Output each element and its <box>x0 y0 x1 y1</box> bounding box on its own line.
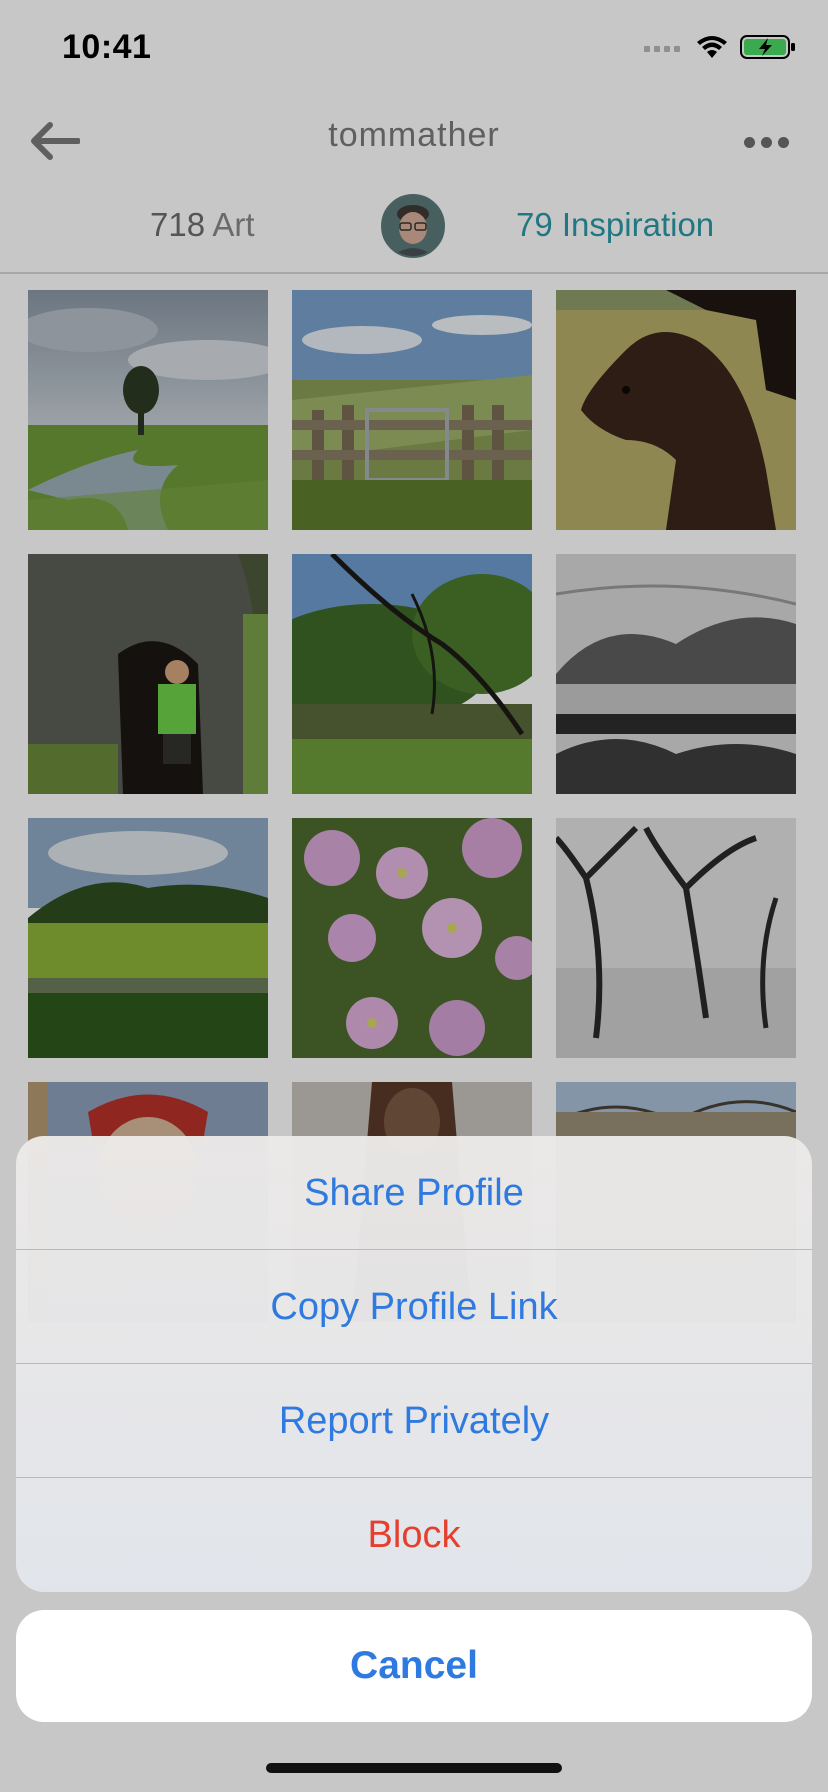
nav-bar: tommather <box>0 96 828 186</box>
art-count: 718 <box>150 206 206 243</box>
home-indicator[interactable] <box>266 1763 562 1773</box>
photo-tile-hollow-tree[interactable] <box>28 554 268 794</box>
copy-profile-link-button[interactable]: Copy Profile Link <box>16 1250 812 1364</box>
profile-screen: 10:41 tommather 718 Art 79 Inspiration S… <box>0 0 828 1792</box>
avatar-portrait <box>383 196 443 256</box>
art-tab[interactable]: 718 Art <box>150 206 255 244</box>
art-label: Art <box>212 206 255 243</box>
ellipsis-dot <box>760 136 772 148</box>
inspiration-count: 79 <box>516 206 553 243</box>
photo-tile-dike-gate[interactable] <box>292 290 532 530</box>
status-icons <box>644 34 796 60</box>
avatar[interactable] <box>381 194 445 258</box>
cancel-button[interactable]: Cancel <box>16 1610 812 1722</box>
inspiration-tab[interactable]: 79 Inspiration <box>516 206 714 244</box>
ellipsis-dot <box>743 136 755 148</box>
status-time: 10:41 <box>62 28 152 66</box>
photo-tile-marsh[interactable] <box>28 818 268 1058</box>
photo-tile-pencil-trees[interactable] <box>556 818 796 1058</box>
more-ellipsis-icon <box>743 136 789 148</box>
battery-charging-icon <box>740 35 795 59</box>
inspiration-label: Inspiration <box>561 206 715 243</box>
photo-tile-pink-flowers[interactable] <box>292 818 532 1058</box>
profile-stats: 718 Art 79 Inspiration <box>0 186 828 274</box>
wifi-icon <box>697 36 727 58</box>
block-button[interactable]: Block <box>16 1478 812 1592</box>
report-privately-button[interactable]: Report Privately <box>16 1364 812 1478</box>
profile-username: tommather <box>328 116 500 154</box>
cellular-signal-icon <box>644 46 680 52</box>
ellipsis-dot <box>777 136 789 148</box>
photo-tile-horses[interactable] <box>556 290 796 530</box>
photo-tile-landscape-tree[interactable] <box>28 290 268 530</box>
more-options-button[interactable] <box>736 122 796 162</box>
photo-tile-pencil-landscape[interactable] <box>556 554 796 794</box>
photo-tile-river-branches[interactable] <box>292 554 532 794</box>
share-profile-button[interactable]: Share Profile <box>16 1136 812 1250</box>
status-bar: 10:41 <box>0 0 828 96</box>
action-sheet: Share Profile Copy Profile Link Report P… <box>16 1136 812 1592</box>
